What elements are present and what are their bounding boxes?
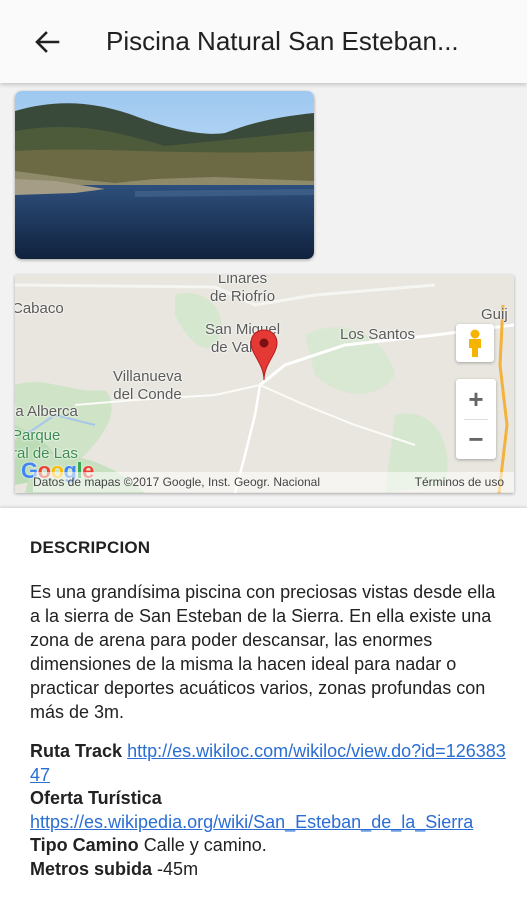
oferta-label: Oferta Turística [30,788,162,808]
map-label-cabaco: Cabaco [15,300,64,317]
section-heading: DESCRIPCION [30,538,151,557]
metros-subida-row: Metros subida -45m [30,858,510,882]
tipo-camino-label: Tipo Camino [30,835,139,855]
map-label-villanueva: Villanueva del Conde [113,368,182,403]
info-list: Ruta Track http://es.wikiloc.com/wikiloc… [30,740,510,881]
oferta-link[interactable]: https://es.wikipedia.org/wiki/San_Esteba… [30,812,473,832]
map-label-guij: Guij [481,306,508,323]
map-label-alberca: la Alberca [15,403,78,420]
app-bar: Piscina Natural San Esteban... [0,0,527,83]
place-photo[interactable] [15,91,314,259]
tipo-camino-row: Tipo Camino Calle y camino. [30,834,510,858]
pegman-icon [469,329,481,357]
attribution-text: Datos de mapas ©2017 Google, Inst. Geogr… [33,475,321,489]
zoom-controls: + − [456,379,496,459]
map-attribution: Datos de mapas ©2017 Google, Inst. Geogr… [33,472,514,492]
zoom-in-button[interactable]: + [456,379,496,419]
zoom-out-button[interactable]: − [456,419,496,459]
street-view-button[interactable] [456,324,494,362]
metros-subida-value: -45m [157,858,199,879]
description-text: Es una grandísima piscina con preciosas … [30,582,496,722]
ruta-track-label: Ruta Track [30,741,123,761]
oferta-row: Oferta Turística https://es.wikipedia.or… [30,787,510,834]
ruta-track-row: Ruta Track http://es.wikiloc.com/wikiloc… [30,740,510,787]
back-button[interactable] [30,26,64,58]
location-map[interactable]: Linares de Riofrío Cabaco San Miguel de … [15,275,514,493]
terms-link[interactable]: Términos de uso [415,472,504,492]
tipo-camino-value: Calle y camino. [143,835,267,855]
map-label-los-santos: Los Santos [340,326,416,343]
details-card: DESCRIPCION Es una grandísima piscina co… [0,508,527,908]
metros-subida-label: Metros subida [30,858,153,879]
page-title: Piscina Natural San Esteban... [106,26,459,56]
lake-photo [15,91,314,259]
arrow-left-icon [35,31,60,53]
map-label-linares: Linares de Riofrío [210,275,276,305]
map-pin-icon[interactable] [249,328,279,382]
